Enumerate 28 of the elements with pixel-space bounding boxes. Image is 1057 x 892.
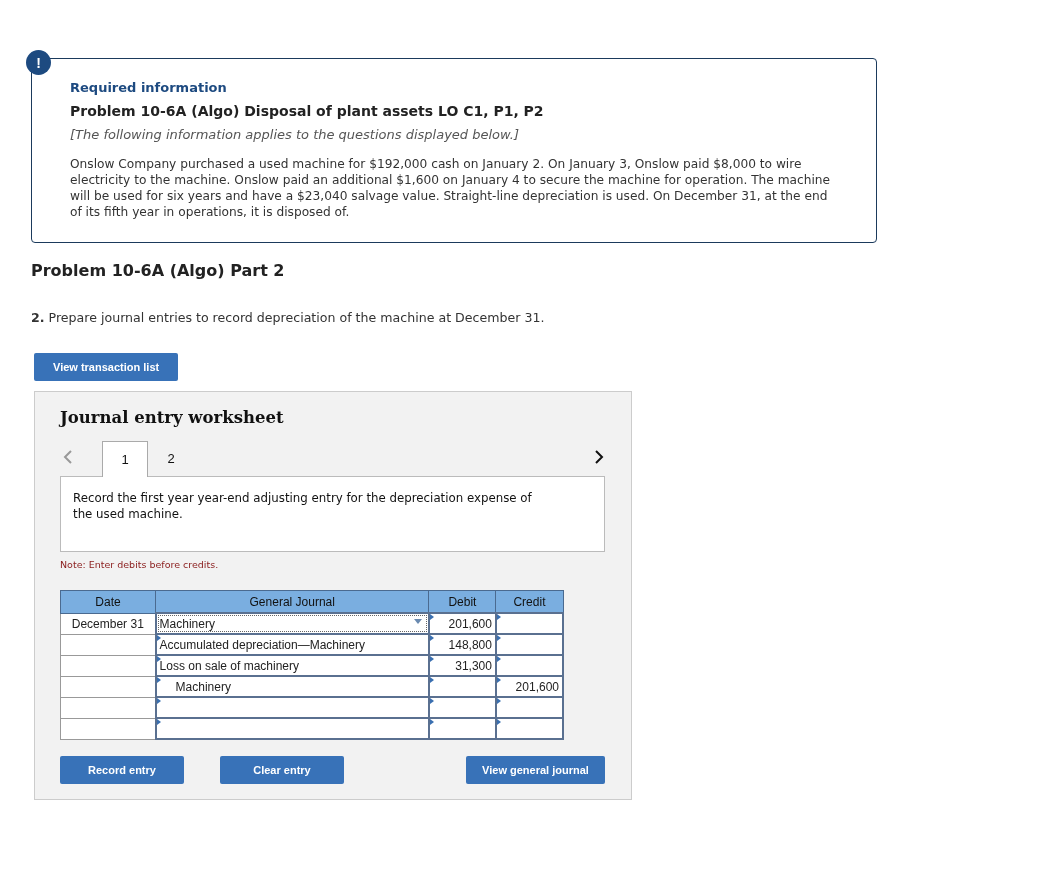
prompt-text: Record the first year year-end adjusting entry for the depreciation expense of the used machine. (73, 490, 533, 522)
column-header: Date (60, 590, 156, 613)
worksheet-button[interactable]: Clear entry (220, 756, 344, 784)
info-note: [The following information applies to the questions displayed below.] (70, 127, 521, 142)
column-header: General Journal (155, 590, 429, 613)
account-field[interactable]: Machinery (155, 676, 429, 697)
worksheet-button[interactable]: Record entry (60, 756, 184, 784)
problem-title: Problem 10-6A (Algo) Disposal of plant assets LO C1, P1, P2 (70, 103, 545, 119)
worksheet-title: Journal entry worksheet (60, 408, 285, 427)
dropdown-icon[interactable] (413, 619, 422, 624)
question-text: 2. Prepare journal entries to record depreciation of the machine at December 31. (31, 310, 546, 325)
problem-description: Onslow Company purchased a used machine for $192,000 cash on January 2. On January 3, Onslow paid $8,000 to wire electricity to the machine. Onslow paid an additional $1,600 on January 4 to secure the machine for operation. The machine will be used for six years and have a $23,040 salvage value. Straight-line depreciation is used. On December 31, at the end of its fifth year in operations, it is disposed of. (70, 156, 832, 220)
worksheet-button[interactable]: View general journal (466, 756, 605, 784)
account-field[interactable] (155, 697, 429, 718)
alert-icon: ! (26, 50, 51, 75)
entry-tab[interactable]: 1 (102, 441, 148, 477)
note-text: Note: Enter debits before credits. (60, 559, 220, 570)
view-transactions-button[interactable]: View transaction list (34, 353, 179, 381)
info-heading: Required information (70, 80, 228, 95)
account-field[interactable] (155, 718, 429, 739)
credit-field[interactable] (495, 613, 563, 634)
date-cell: December 31 (60, 613, 156, 634)
account-field[interactable]: Loss on sale of machinery (155, 655, 429, 676)
debit-field[interactable]: 201,600 (428, 613, 496, 634)
account-field[interactable]: Machinery (155, 613, 429, 634)
entry-tab[interactable]: 2 (148, 440, 194, 476)
account-field[interactable]: Accumulated depreciation—Machinery (155, 634, 429, 655)
part-title: Problem 10-6A (Algo) Part 2 (31, 261, 286, 280)
